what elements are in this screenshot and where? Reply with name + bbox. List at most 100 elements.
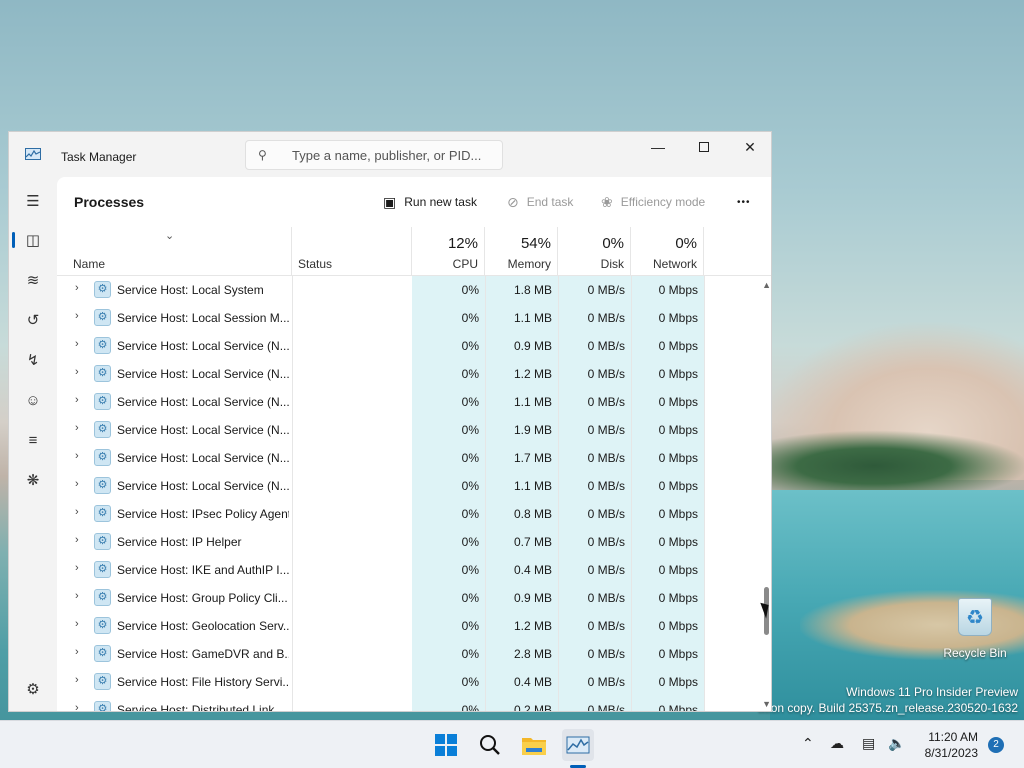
sidebar-item-app-history[interactable]: ↺ (17, 304, 49, 336)
process-disk: 0 MB/s (587, 563, 625, 577)
column-cpu-label: CPU (452, 257, 478, 271)
scroll-up-arrow[interactable]: ▲ (762, 280, 771, 290)
table-row[interactable]: › ⚙ Service Host: Local Service (N... 0% 1.9… (57, 416, 771, 444)
clock-time: 11:20 AM (928, 730, 978, 744)
search-input[interactable] (292, 147, 492, 163)
memory-total: 54% (520, 235, 551, 252)
column-header-cpu[interactable]: 12% CPU (412, 227, 485, 276)
column-header-network[interactable]: 0% Network (631, 227, 704, 276)
chevron-right-icon[interactable]: › (75, 562, 79, 574)
process-name: Service Host: IPsec Policy Agent (117, 507, 289, 521)
chevron-right-icon[interactable]: › (75, 394, 79, 406)
chevron-right-icon[interactable]: › (75, 338, 79, 350)
chevron-right-icon[interactable]: › (75, 618, 79, 630)
sidebar-item-details[interactable]: ≡ (17, 424, 49, 456)
chevron-up-icon[interactable]: ⌃ (802, 735, 814, 752)
table-row[interactable]: › ⚙ Service Host: IKE and AuthIP I... 0% 0.4… (57, 556, 771, 584)
run-new-task-button[interactable]: ▣ Run new task (383, 191, 477, 213)
table-row[interactable]: › ⚙ Service Host: IPsec Policy Agent 0% 0.8 … (57, 500, 771, 528)
service-host-icon: ⚙ (94, 337, 111, 354)
sidebar-item-processes[interactable]: ◫ (17, 224, 49, 256)
table-row[interactable]: › ⚙ Service Host: Local Service (N... 0% 1.7… (57, 444, 771, 472)
hamburger-menu-button[interactable]: ☰ (17, 185, 49, 217)
process-cpu: 0% (461, 619, 479, 633)
chevron-right-icon[interactable]: › (75, 674, 79, 686)
table-row[interactable]: › ⚙ Service Host: IP Helper 0% 0.7 MB 0 MB/s 0… (57, 528, 771, 556)
chevron-right-icon[interactable]: › (75, 590, 79, 602)
column-header-name[interactable]: ⌄ Name (57, 227, 292, 276)
process-cpu: 0% (461, 591, 479, 605)
windows-logo-icon (435, 734, 457, 756)
table-row[interactable]: › ⚙ Service Host: Local System 0% 1.8 MB 0 MB… (57, 276, 771, 304)
sidebar-item-startup-apps[interactable]: ↯ (17, 344, 49, 376)
minimize-button[interactable]: — (635, 132, 681, 162)
processes-panel: Processes ▣ Run new task ⊘ End task ❀ Ef… (57, 177, 771, 712)
sidebar-item-performance[interactable]: ≋ (17, 264, 49, 296)
column-header-disk[interactable]: 0% Disk (558, 227, 631, 276)
volume-icon[interactable]: 🔈 (888, 735, 905, 752)
process-network: 0 Mbps (658, 619, 698, 633)
chevron-right-icon[interactable]: › (75, 366, 79, 378)
sidebar-item-users[interactable]: ☺ (17, 384, 49, 416)
table-row[interactable]: › ⚙ Service Host: Local Service (N... 0% 1.2… (57, 360, 771, 388)
title-bar[interactable]: Task Manager ⚲ — ✕ (9, 132, 771, 177)
process-disk: 0 MB/s (587, 479, 625, 493)
table-row[interactable]: › ⚙ Service Host: Local Session M... 0% 1.1 … (57, 304, 771, 332)
chevron-right-icon[interactable]: › (75, 310, 79, 322)
process-network: 0 Mbps (658, 591, 698, 605)
process-disk: 0 MB/s (587, 647, 625, 661)
column-header-status[interactable]: Status (292, 227, 412, 276)
process-cpu: 0% (461, 283, 479, 297)
table-row[interactable]: › ⚙ Service Host: Local Service (N... 0% 1.1… (57, 388, 771, 416)
scroll-down-arrow[interactable]: ▼ (762, 699, 771, 709)
efficiency-mode-button[interactable]: ❀ Efficiency mode (601, 191, 705, 213)
chevron-right-icon[interactable]: › (75, 534, 79, 546)
start-button[interactable] (430, 729, 462, 761)
chevron-right-icon[interactable]: › (75, 646, 79, 658)
details-list-icon: ≡ (28, 431, 38, 449)
table-row[interactable]: › ⚙ Service Host: Geolocation Serv... 0% 1.2… (57, 612, 771, 640)
search-box[interactable]: ⚲ (245, 140, 503, 170)
process-disk: 0 MB/s (587, 535, 625, 549)
process-name: Service Host: Local Service (N... (117, 367, 289, 381)
sidebar-item-services[interactable]: ❋ (17, 464, 49, 496)
chevron-right-icon[interactable]: › (75, 506, 79, 518)
sidebar-item-settings[interactable]: ⚙ (17, 673, 49, 705)
end-task-button[interactable]: ⊘ End task (507, 191, 573, 213)
process-name: Service Host: IKE and AuthIP I... (117, 563, 289, 577)
column-memory-label: Memory (507, 257, 551, 271)
process-network: 0 Mbps (658, 535, 698, 549)
more-options-button[interactable]: ••• (737, 191, 751, 213)
chevron-right-icon[interactable]: › (75, 702, 79, 711)
search-taskbar-button[interactable] (474, 729, 506, 761)
table-row[interactable]: › ⚙ Service Host: Distributed Link ... 0% 0.… (57, 696, 771, 712)
close-icon: ✕ (744, 138, 756, 155)
chevron-right-icon[interactable]: › (75, 282, 79, 294)
chevron-right-icon[interactable]: › (75, 450, 79, 462)
table-row[interactable]: › ⚙ Service Host: GameDVR and B... 0% 2.8 MB… (57, 640, 771, 668)
table-row[interactable]: › ⚙ Service Host: Group Policy Cli... 0% 0.9… (57, 584, 771, 612)
recycle-bin[interactable]: Recycle Bin (940, 598, 1010, 660)
column-header-memory[interactable]: 54% Memory (485, 227, 558, 276)
table-row[interactable]: › ⚙ Service Host: Local Service (N... 0% 1.1… (57, 472, 771, 500)
table-row[interactable]: › ⚙ Service Host: Local Service (N... 0% 0.9… (57, 332, 771, 360)
recycle-bin-icon[interactable] (958, 598, 992, 636)
clock[interactable]: 11:20 AM 8/31/2023 (916, 729, 978, 761)
column-disk-label: Disk (600, 257, 624, 271)
chevron-right-icon[interactable]: › (75, 422, 79, 434)
task-manager-taskbar-button[interactable] (562, 729, 594, 761)
close-button[interactable]: ✕ (727, 132, 771, 162)
task-manager-icon (25, 148, 41, 160)
chevron-right-icon[interactable]: › (75, 478, 79, 490)
process-name: Service Host: Group Policy Cli... (117, 591, 288, 605)
cloud-offline-icon[interactable]: ☁ (830, 735, 844, 752)
maximize-button[interactable] (681, 132, 727, 162)
notification-badge[interactable]: 2 (988, 737, 1004, 753)
network-icon[interactable]: ▤ (862, 735, 875, 752)
users-icon: ☺ (25, 391, 41, 409)
process-memory: 0.9 MB (513, 591, 552, 605)
file-explorer-button[interactable] (518, 729, 550, 761)
run-new-task-label: Run new task (404, 195, 477, 209)
table-row[interactable]: › ⚙ Service Host: File History Servi... 0% 0… (57, 668, 771, 696)
process-cpu: 0% (461, 703, 479, 712)
